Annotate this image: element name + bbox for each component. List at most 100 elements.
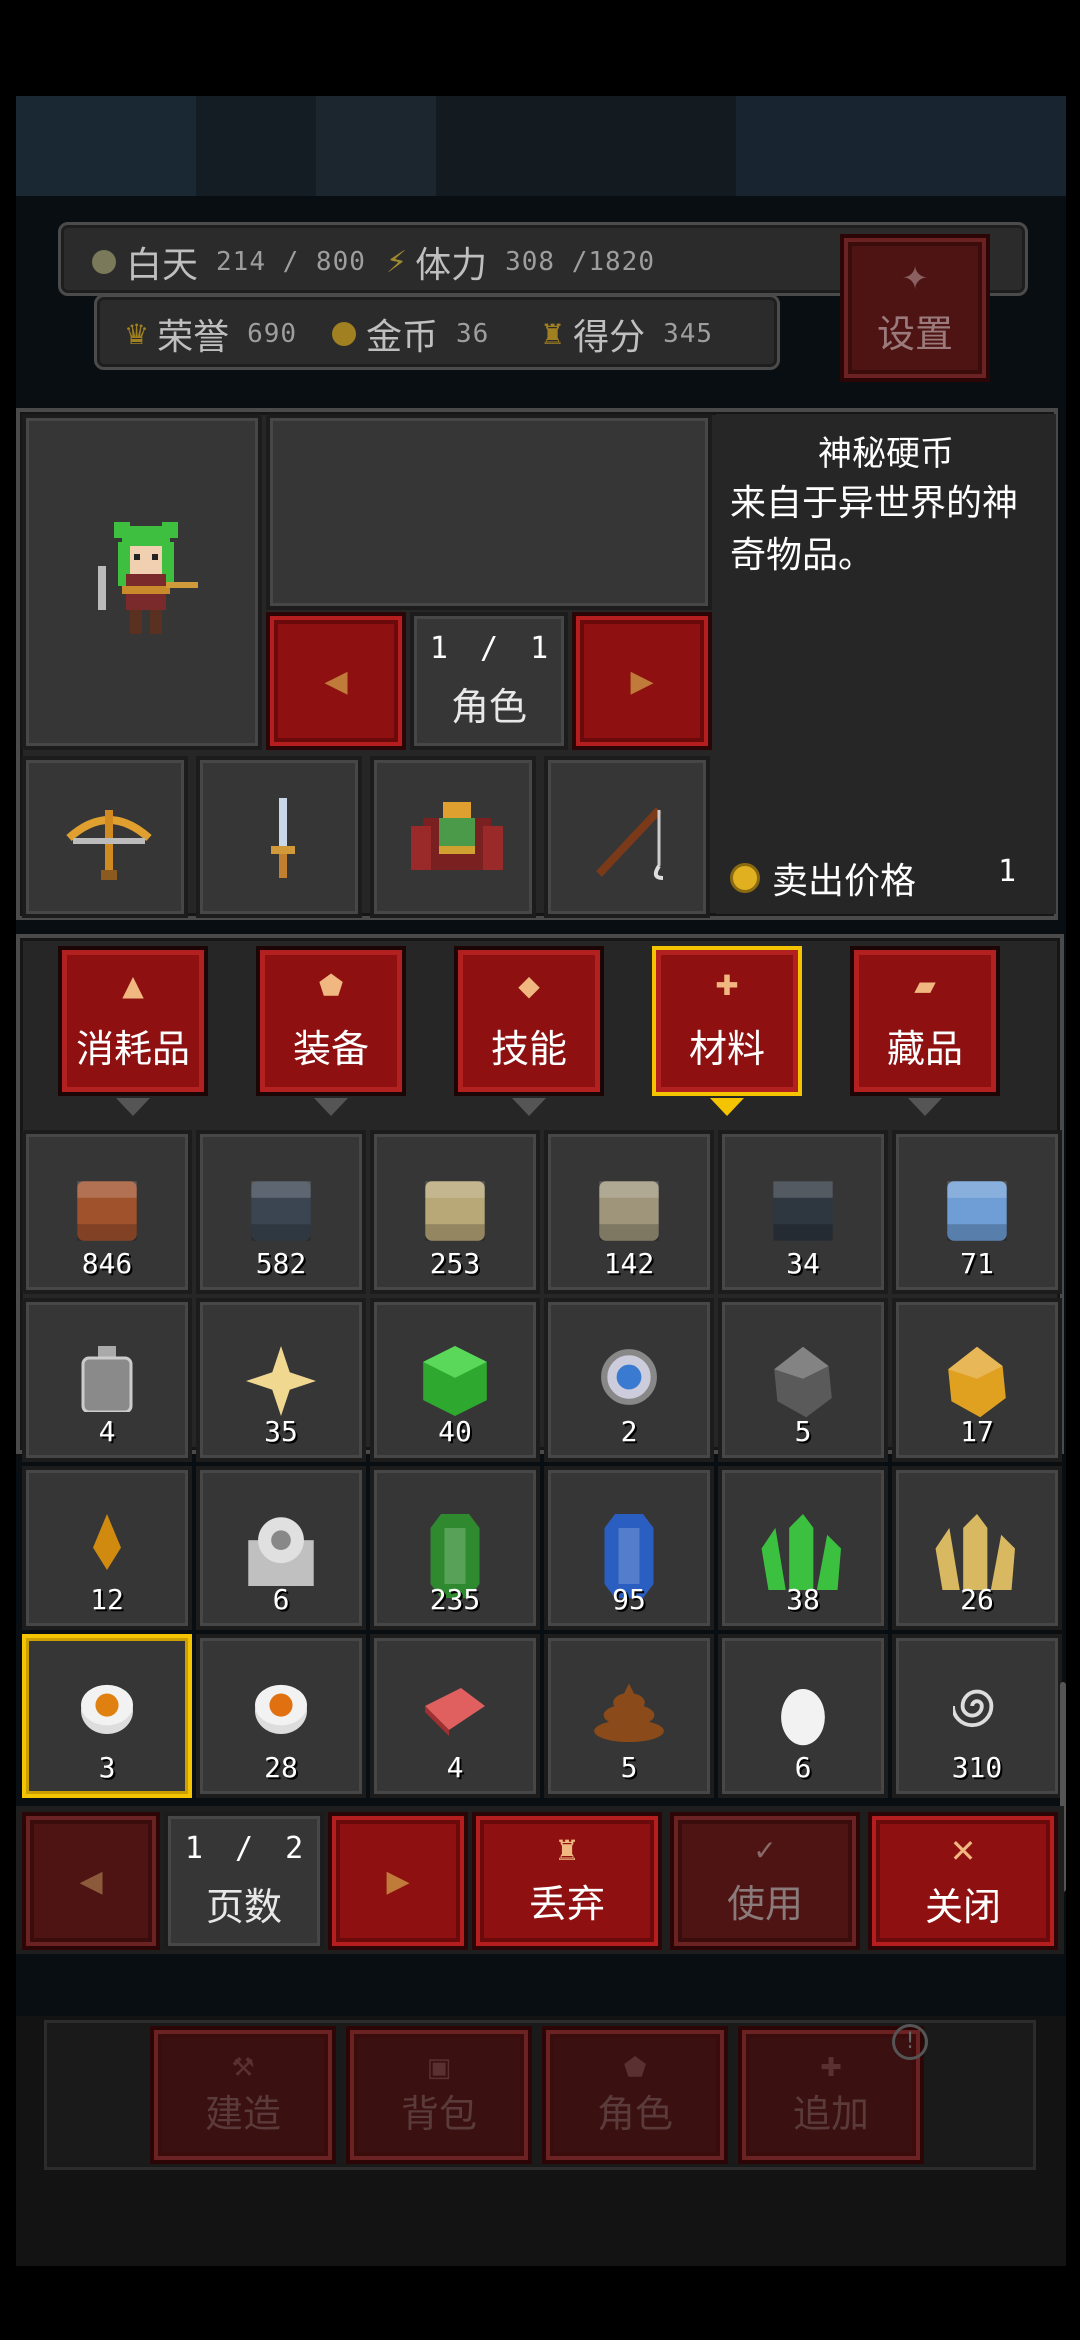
arrow-right-icon: ▶ [630,663,654,699]
inventory-slot[interactable]: 26 [892,1466,1062,1630]
inventory-slot[interactable]: 6 [718,1634,888,1798]
inventory-slot[interactable]: 253 [370,1130,540,1294]
item-count: 35 [264,1415,298,1448]
build-button[interactable]: ⚒ 建造 [150,2026,336,2164]
character-prev-button[interactable]: ◀ [266,612,406,750]
page-numbers: 1 / 2 [185,1831,303,1866]
item-count: 38 [786,1583,820,1616]
inventory-slot[interactable]: 310 [892,1634,1062,1798]
glass-block-icon [944,1178,1010,1248]
gold-crystal-icon [932,1514,1022,1594]
brick-icon [74,1178,140,1248]
inventory-slot[interactable]: 38 [718,1466,888,1630]
close-button[interactable]: ✕ 关闭 [868,1812,1058,1950]
character-next-button[interactable]: ▶ [572,612,712,750]
tab-arrow [116,1098,150,1116]
item-count: 40 [438,1415,472,1448]
inventory-slot[interactable]: 40 [370,1298,540,1462]
honor-label: 荣誉 [157,317,230,358]
inventory-slot[interactable]: 4 [370,1634,540,1798]
discard-label: 丢弃 [528,1882,605,1926]
equipment-slot-tool[interactable] [544,756,710,918]
alert-badge-icon: ! [892,2024,928,2060]
score-value: 345 [663,319,714,349]
green-cube-icon [423,1346,487,1420]
inventory-slot[interactable]: 71 [892,1130,1062,1294]
day-stat: 白天 214 / 800 [92,236,366,288]
tab-equipment-label: 装备 [292,1027,369,1071]
sell-price-row: 卖出价格 [730,852,916,904]
equipment-slot-dagger[interactable] [196,756,362,918]
inventory-slot[interactable]: 235 [370,1466,540,1630]
tab-collection-label: 藏品 [886,1027,963,1071]
gold-value: 36 [456,319,490,349]
score-label: 得分 [573,317,646,358]
equipment-slot-armor[interactable] [370,756,536,918]
tab-equipment[interactable]: ⬟ 装备 [248,946,414,1116]
page-prev-button[interactable]: ◀ [22,1812,160,1950]
hammer-icon: ⚒ [231,2052,255,2083]
settings-button[interactable]: ✦ 设置 [840,234,990,382]
inventory-slot[interactable]: 2 [544,1298,714,1462]
coal-icon [771,1346,835,1422]
trophy-icon: ♜ [540,317,566,351]
tab-consumables[interactable]: ▲ 消耗品 [50,946,216,1116]
inventory-slot[interactable]: 6 [196,1466,366,1630]
inventory-slot[interactable]: 846 [22,1130,192,1294]
inventory-slot[interactable]: 582 [196,1130,366,1294]
item-count: 34 [786,1247,820,1280]
sand-block-icon [422,1178,488,1248]
spiral-icon [951,1682,1001,1734]
item-count: 6 [794,1751,812,1784]
character-page-label: 角色 [450,685,527,729]
character-page-numbers: 1 / 1 [430,631,548,666]
inventory-slot[interactable]: 142 [544,1130,714,1294]
inventory-slot[interactable]: 4 [22,1298,192,1462]
inventory-slot[interactable]: 34 [718,1130,888,1294]
inventory-slot[interactable]: 95 [544,1466,714,1630]
bag-label: 背包 [400,2091,477,2136]
day-label: 白天 [126,245,199,286]
armor-icon [411,802,503,870]
page-next-button[interactable]: ▶ [328,1812,468,1950]
fishing-rod-icon [596,807,664,880]
green-crystal-icon [758,1514,848,1594]
use-button[interactable]: ✓ 使用 [670,1812,860,1950]
inventory-slot[interactable]: 5 [544,1634,714,1798]
tab-skills[interactable]: ◆ 技能 [446,946,612,1116]
inventory-slot[interactable]: 17 [892,1298,1062,1462]
arrow-right-icon: ▶ [386,1863,410,1899]
sun-icon [92,250,116,274]
item-count: 17 [960,1415,994,1448]
character-page-total: 1 [530,631,549,666]
tab-materials[interactable]: ✚ 材料 [644,946,810,1116]
inventory-slot[interactable]: 12 [22,1466,192,1630]
inventory-slot[interactable]: 35 [196,1298,366,1462]
shield-icon: ⬟ [318,969,344,1002]
discard-button[interactable]: ♜ 丢弃 [472,1812,662,1950]
sell-price-value: 1 [997,854,1016,889]
bag-button[interactable]: ▣ 背包 [346,2026,532,2164]
inventory-slot[interactable]: 28 [196,1634,366,1798]
day-value: 214 / 800 [216,247,366,277]
item-count: 28 [264,1751,298,1784]
inventory-slot[interactable]: 5 [718,1298,888,1462]
item-count: 2 [620,1415,638,1448]
character-portrait[interactable] [22,414,262,750]
item-count: 12 [90,1583,124,1616]
archer-character-icon [98,522,198,634]
potion-icon: ▲ [122,969,144,1002]
honor-stat: ♛ 荣誉 690 [124,308,297,360]
inventory-slot[interactable]: 3 [22,1634,192,1798]
tab-collection[interactable]: ▰ 藏品 [842,946,1008,1116]
equipment-slot-weapon[interactable] [22,756,188,918]
use-label: 使用 [726,1882,803,1926]
settings-label: 设置 [876,311,953,356]
role-label: 角色 [596,2091,673,2136]
role-button[interactable]: ⬟ 角色 [542,2026,728,2164]
arrow-left-icon: ◀ [79,1863,103,1899]
item-count: 235 [429,1583,481,1616]
shield-icon: ⬟ [623,2052,647,2083]
item-count: 6 [272,1583,290,1616]
item-count: 582 [255,1247,307,1280]
